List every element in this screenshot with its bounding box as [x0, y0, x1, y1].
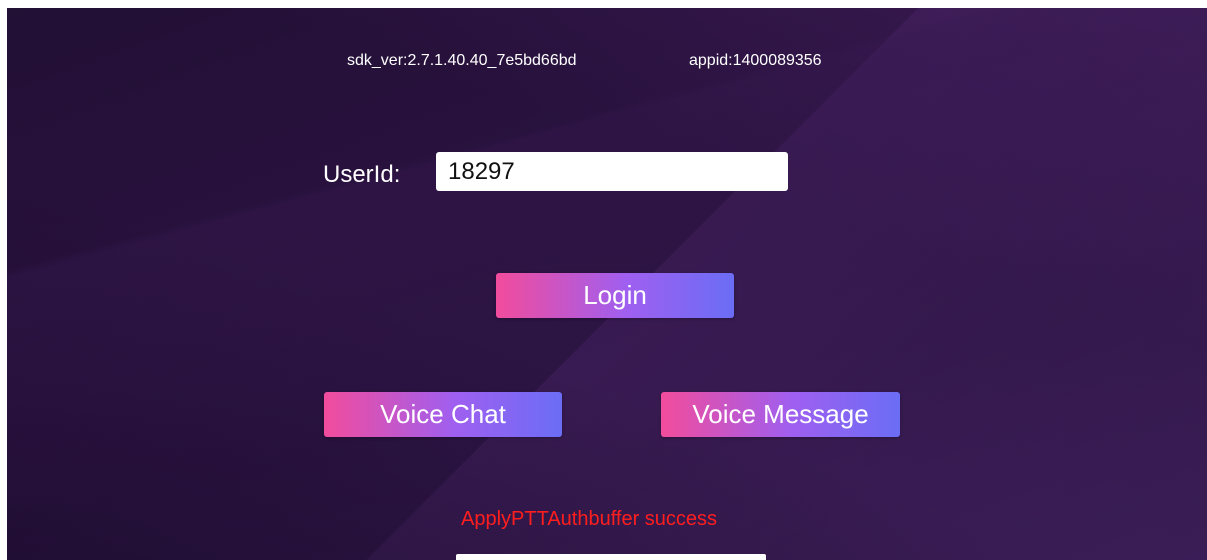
voice-message-button[interactable]: Voice Message	[661, 392, 900, 437]
sdk-version-text: sdk_ver:2.7.1.40.40_7e5bd66bd	[347, 52, 577, 69]
user-id-label: UserId:	[323, 161, 401, 188]
status-message: ApplyPTTAuthbuffer success	[461, 508, 718, 530]
user-id-input[interactable]	[436, 152, 788, 191]
bottom-input-field[interactable]	[456, 554, 766, 560]
app-id-text: appid:1400089356	[689, 52, 822, 69]
app-screen: sdk_ver:2.7.1.40.40_7e5bd66bd appid:1400…	[7, 8, 1207, 560]
voice-chat-button[interactable]: Voice Chat	[324, 392, 562, 437]
login-button[interactable]: Login	[496, 273, 734, 318]
